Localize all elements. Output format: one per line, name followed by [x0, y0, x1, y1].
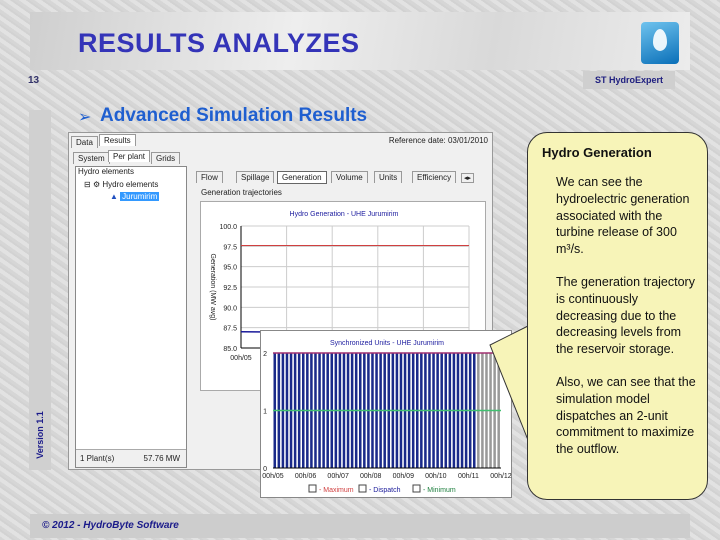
slide-subtitle: Advanced Simulation Results [100, 105, 368, 126]
y-axis-label: Generation (MW avg) [209, 254, 216, 321]
y-tick-label: 2 [263, 351, 267, 358]
legend-label: - Dispatch [369, 487, 401, 494]
tree-label: Hydro elements [102, 180, 159, 189]
total-power: 57.76 MW [143, 454, 180, 463]
x-tick-label: 00h/12 [490, 473, 512, 480]
chart-title: Hydro Generation - UHE Jurumirim [290, 211, 399, 218]
tab-scroll-arrows[interactable]: ◂▸ [461, 173, 475, 183]
tab-results[interactable]: Results [99, 134, 136, 146]
group-label: Hydro elements [78, 167, 135, 176]
brand-label: ST HydroExpert [583, 71, 675, 89]
chart-title: Synchronized Units - UHE Jurumirim [330, 340, 444, 347]
callout-title: Hydro Generation [542, 145, 652, 160]
x-tick-label: 00h/11 [458, 473, 479, 480]
plant-count: 1 Plant(s) [80, 454, 115, 463]
tab-per-plant[interactable]: Per plant [108, 150, 151, 162]
tab-generation[interactable]: Generation [277, 171, 327, 184]
legend-checkbox [412, 484, 421, 493]
y-tick-label: 97.5 [223, 244, 237, 251]
y-tick-label: 90.0 [223, 305, 237, 312]
y-tick-label: 1 [263, 409, 267, 416]
tab-flow[interactable]: Flow [196, 171, 223, 183]
callout-box: Hydro Generation We can see the hydroele… [527, 132, 708, 500]
callout-paragraph: Also, we can see that the simulation mod… [556, 374, 696, 457]
synchronized-units-chart: Synchronized Units - UHE Jurumirim 2 1 0 00h… [260, 330, 512, 498]
x-tick-label: 00h/09 [393, 473, 415, 480]
tab-system[interactable]: System [73, 152, 110, 164]
plant-icon: ▲ [110, 192, 118, 201]
group-label-trajectories: Generation trajectories [201, 188, 282, 197]
tab-data[interactable]: Data [71, 136, 98, 148]
tree-item-plant[interactable]: ▲ Jurumirim [110, 192, 160, 201]
reference-date: Reference date: 03/01/2010 [388, 136, 488, 145]
tab-efficiency[interactable]: Efficiency [412, 171, 457, 183]
plant-label: Jurumirim [120, 192, 160, 201]
x-tick-label: 00h/07 [327, 473, 349, 480]
legend-label: - Minimum [423, 487, 456, 494]
tab-units[interactable]: Units [374, 171, 403, 183]
hydro-elements-panel: Hydro elements ⊟ ⚙ Hydro elements ▲ Juru… [75, 166, 187, 468]
y-tick-label: 0 [263, 466, 267, 473]
legend-label: - Maximum [319, 487, 354, 494]
version-label: Version 1.1 [35, 411, 45, 459]
water-drop-logo-icon [641, 22, 679, 64]
x-tick-label: 00h/10 [425, 473, 447, 480]
y-tick-label: 95.0 [223, 265, 237, 272]
expand-icon[interactable]: ⊟ [84, 180, 91, 189]
x-tick-label: 00h/05 [262, 473, 284, 480]
y-tick-label: 92.5 [223, 285, 237, 292]
slide-title: RESULTS ANALYZES [78, 28, 360, 58]
tab-grids[interactable]: Grids [151, 152, 181, 164]
arrow-bullet-icon: ➢ [78, 109, 92, 126]
tab-spillage[interactable]: Spillage [236, 171, 275, 183]
footer-text: © 2012 - HydroByte Software [42, 520, 179, 531]
x-tick-label: 00h/08 [360, 473, 382, 480]
y-tick-label: 85.0 [223, 346, 237, 353]
y-tick-label: 100.0 [219, 224, 237, 231]
y-tick-label: 87.5 [223, 326, 237, 333]
x-tick-label: 00h/05 [230, 355, 252, 362]
tree-item-root[interactable]: ⊟ ⚙ Hydro elements [84, 180, 158, 189]
callout-paragraph: The generation trajectory is continuousl… [556, 274, 695, 357]
legend-checkbox [308, 484, 317, 493]
x-tick-label: 00h/06 [295, 473, 317, 480]
callout-paragraph: We can see the hydroelectric generation … [556, 175, 690, 257]
legend-checkbox [358, 484, 367, 493]
tab-volume[interactable]: Volume [331, 171, 368, 183]
page-number: 13 [28, 75, 40, 86]
hydro-elements-icon: ⚙ [92, 180, 101, 189]
